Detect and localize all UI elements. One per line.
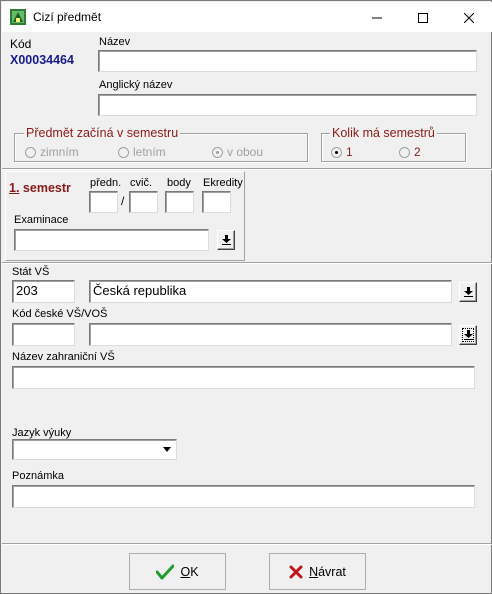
nazev-label: Název — [99, 36, 131, 48]
radio-count-1-label: 1 — [346, 145, 353, 159]
stat-dropdown-button[interactable] — [459, 282, 477, 302]
stat-vs-label: Stát VŠ — [12, 266, 50, 278]
stat-name-input[interactable]: Česká republika — [89, 280, 452, 303]
prednasky-label: předn. — [90, 177, 122, 189]
navrat-label: Návrat — [309, 565, 346, 579]
nazev-input[interactable] — [98, 50, 477, 72]
prednasky-input[interactable] — [89, 191, 118, 213]
download-arrow-icon — [463, 287, 473, 297]
radio-count-2[interactable]: 2 — [399, 145, 421, 159]
anglicky-nazev-input[interactable] — [98, 94, 477, 116]
title-bar[interactable]: Cizí předmět — [2, 2, 492, 32]
cancel-x-icon — [289, 565, 303, 578]
navrat-mnemonic: N — [309, 564, 319, 579]
radio-zimnim-label: zimním — [40, 145, 79, 159]
ok-button[interactable]: OK — [129, 553, 226, 590]
semester-word: semestr — [22, 181, 71, 195]
ok-label: OK — [180, 565, 198, 579]
checkmark-icon — [156, 564, 175, 579]
window-title: Cizí předmět — [33, 10, 102, 24]
kod-value: X00034464 — [10, 53, 74, 67]
chevron-down-icon — [163, 447, 171, 452]
stat-code-input[interactable]: 203 — [12, 280, 75, 303]
nazev-zahranicni-vs-input[interactable] — [12, 366, 475, 389]
close-button[interactable] — [446, 3, 492, 32]
body-label: body — [167, 177, 191, 189]
navrat-label-rest: ávrat — [318, 564, 346, 579]
navrat-button[interactable]: Návrat — [269, 553, 366, 590]
ok-label-rest: K — [190, 564, 199, 579]
examinace-input[interactable] — [14, 229, 209, 251]
ekredity-input[interactable] — [202, 191, 231, 213]
kod-vs-dropdown-button[interactable] — [459, 325, 477, 345]
kod-vs-input[interactable] — [12, 323, 75, 346]
radio-zimnim[interactable]: zimním — [25, 145, 79, 159]
maximize-button[interactable] — [400, 3, 446, 32]
cviceni-label: cvič. — [130, 177, 152, 189]
radio-zimnim-circle — [25, 146, 36, 158]
radio-v-obou-label: v obou — [227, 145, 264, 159]
radio-count-2-label: 2 — [414, 145, 421, 159]
radio-letnim[interactable]: letním — [118, 145, 166, 159]
separator-middle — [2, 262, 492, 264]
maximize-icon — [418, 12, 428, 23]
ok-mnemonic: O — [180, 564, 191, 579]
radio-letnim-circle — [118, 146, 129, 158]
radio-letnim-label: letním — [133, 145, 166, 159]
start-semester-title: Předmět začíná v semestru — [24, 126, 181, 140]
download-arrow-icon — [221, 235, 231, 245]
separator-top — [2, 168, 492, 170]
close-icon — [464, 12, 474, 23]
nazev-zahranicni-vs-label: Název zahraniční VŠ — [12, 351, 115, 363]
body-input[interactable] — [165, 191, 194, 213]
app-icon — [10, 9, 26, 25]
kod-label: Kód — [10, 37, 32, 51]
slash-separator: / — [121, 194, 125, 208]
minimize-button[interactable] — [354, 3, 400, 32]
separator-bottom — [2, 543, 492, 545]
semester-title: 1. semestr — [9, 181, 71, 195]
kod-ceske-vs-label: Kód české VŠ/VOŠ — [12, 308, 108, 320]
semester-number: 1. — [9, 181, 20, 195]
semester-count-title: Kolik má semestrů — [330, 126, 437, 140]
poznamka-label: Poznámka — [12, 470, 64, 482]
jazyk-vyuky-select[interactable] — [12, 439, 177, 460]
radio-v-obou-circle — [212, 146, 223, 158]
radio-count-1[interactable]: 1 — [331, 145, 353, 159]
radio-count-2-circle — [399, 146, 410, 158]
examinace-dropdown-button[interactable] — [217, 230, 235, 250]
dialog-window: Cizí předmět Kód X00034464 Název Anglick… — [0, 0, 492, 594]
poznamka-input[interactable] — [12, 485, 475, 508]
ekredity-label: Ekredity — [203, 177, 243, 189]
radio-v-obou[interactable]: v obou — [212, 145, 263, 159]
anglicky-nazev-label: Anglický název — [99, 79, 173, 91]
jazyk-vyuky-label: Jazyk výuky — [12, 427, 72, 439]
jazyk-dropdown-arrow[interactable] — [159, 441, 175, 458]
examinace-label: Examinace — [14, 214, 69, 226]
kod-vs-name-input[interactable] — [89, 323, 452, 346]
cviceni-input[interactable] — [129, 191, 158, 213]
radio-count-1-circle — [331, 146, 342, 158]
minimize-icon — [372, 17, 382, 18]
download-arrow-icon — [463, 330, 473, 340]
